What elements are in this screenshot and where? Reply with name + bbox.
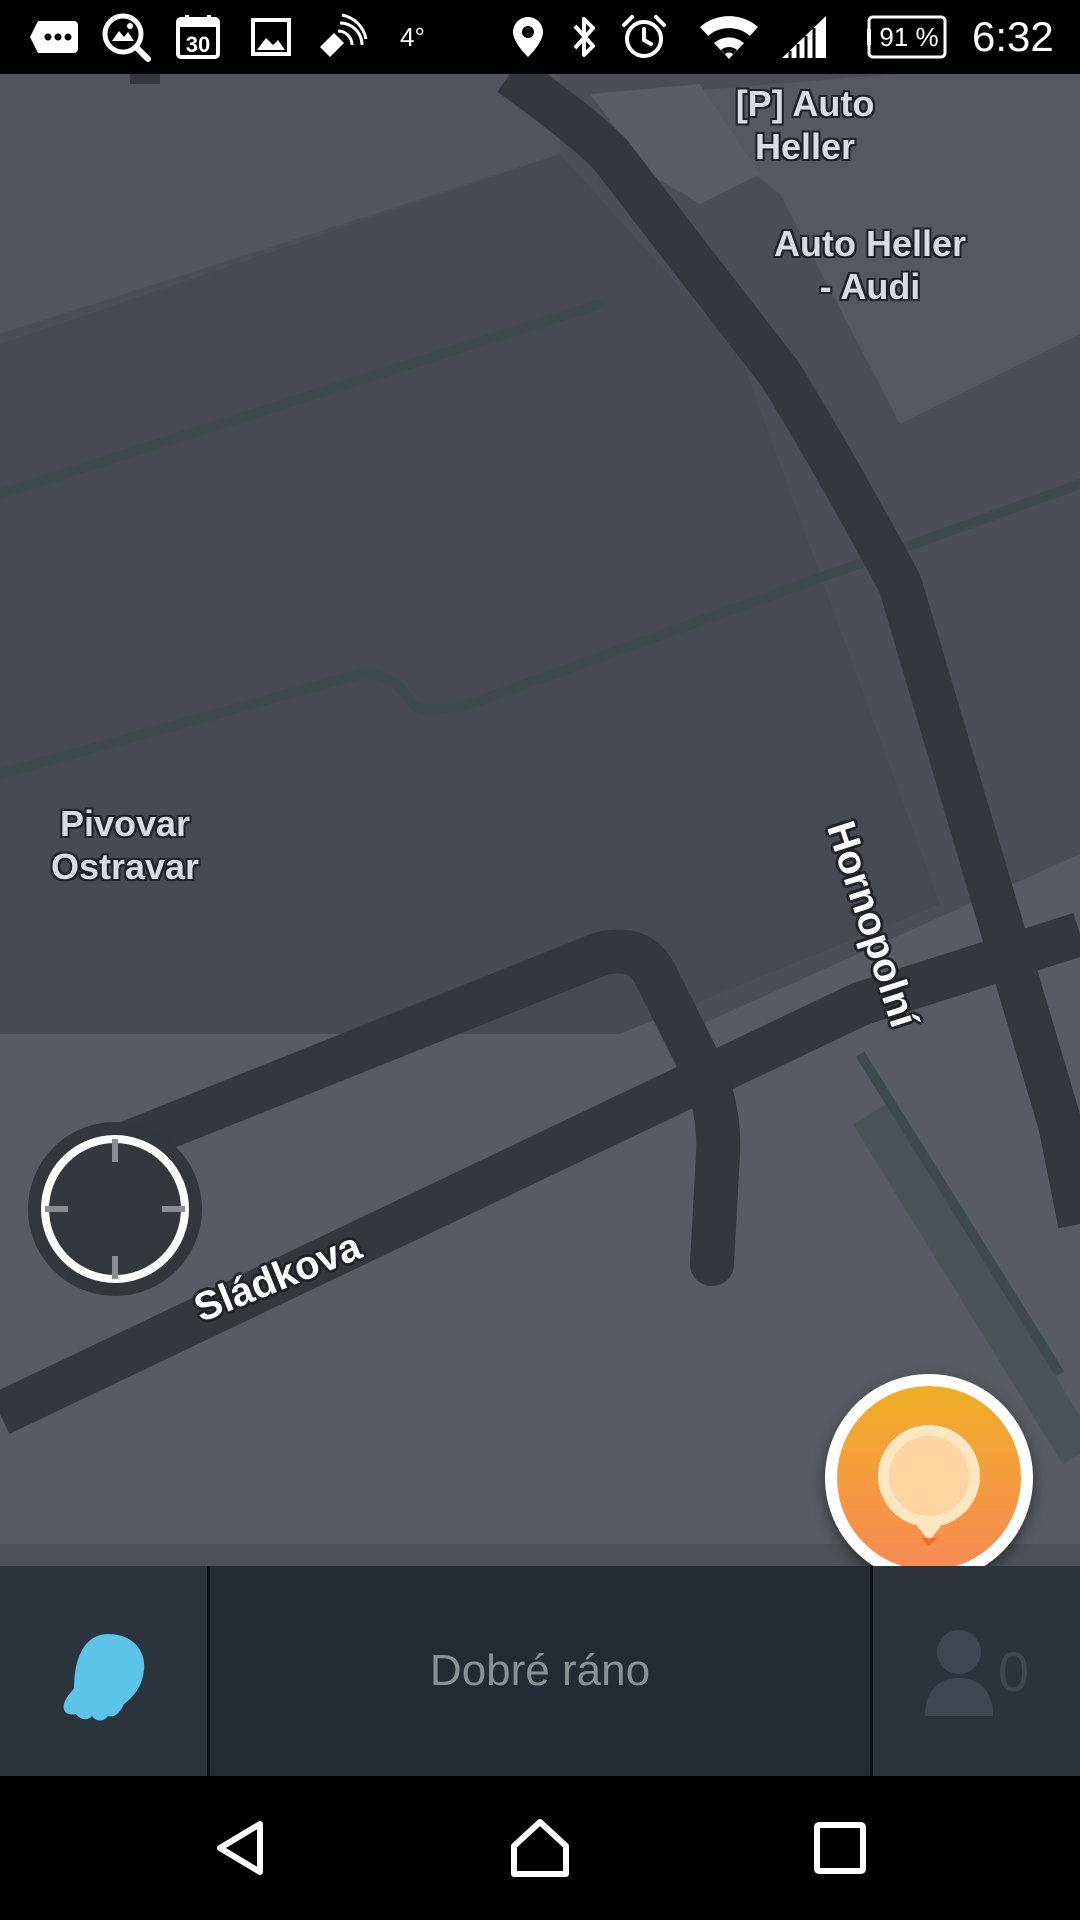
bluetooth-icon bbox=[564, 0, 604, 74]
map-view[interactable]: [P] Auto Heller Auto Heller - Audi Pivov… bbox=[0, 74, 1080, 1566]
back-button[interactable] bbox=[150, 1776, 330, 1920]
cell-signal-icon bbox=[776, 0, 832, 74]
recents-icon bbox=[814, 1822, 866, 1874]
main-menu-button[interactable] bbox=[0, 1566, 207, 1776]
place-label-parking[interactable]: [P] Auto Heller bbox=[710, 82, 900, 168]
place-label-pivovar-ostravar[interactable]: Pivovar Ostravar bbox=[20, 802, 230, 888]
notification-more-icon bbox=[26, 0, 82, 74]
report-pin-icon bbox=[878, 1425, 980, 1546]
system-nav-bar bbox=[0, 1776, 1080, 1920]
battery-icon: 91 % bbox=[866, 0, 952, 74]
place-label-auto-heller-audi[interactable]: Auto Heller - Audi bbox=[740, 222, 1000, 308]
recenter-button[interactable] bbox=[28, 1122, 202, 1296]
location-pin-icon bbox=[508, 0, 548, 74]
temperature-text: 4° bbox=[400, 21, 425, 52]
crosshair-icon bbox=[41, 1135, 189, 1283]
image-search-icon bbox=[98, 0, 154, 74]
report-button-face bbox=[837, 1386, 1021, 1566]
bottom-bar: Dobré ráno 0 bbox=[0, 1566, 1080, 1776]
greeting-text[interactable]: Dobré ráno bbox=[210, 1566, 870, 1776]
wifi-icon bbox=[696, 0, 762, 74]
battery-percent: 91 % bbox=[879, 22, 938, 52]
waze-ghost-icon bbox=[63, 1634, 145, 1721]
person-icon bbox=[925, 1630, 993, 1716]
gallery-icon bbox=[246, 0, 296, 74]
back-icon bbox=[217, 1821, 263, 1875]
alarm-icon bbox=[618, 0, 670, 74]
recents-button[interactable] bbox=[750, 1776, 930, 1920]
satellite-icon bbox=[314, 0, 370, 74]
friends-button[interactable]: 0 bbox=[873, 1566, 1080, 1776]
friends-count: 0 bbox=[998, 1639, 1030, 1703]
report-button[interactable] bbox=[825, 1374, 1033, 1566]
clock-time: 6:32 bbox=[972, 13, 1054, 60]
home-button[interactable] bbox=[450, 1776, 630, 1920]
calendar-day: 30 bbox=[186, 32, 210, 57]
waze-screen: 30 4° 91 % 6:32 [P] Auto Heller Auto Hel… bbox=[0, 0, 1080, 1920]
status-bar: 30 4° 91 % 6:32 bbox=[0, 0, 1080, 74]
home-icon bbox=[511, 1819, 569, 1877]
calendar-icon: 30 bbox=[172, 0, 224, 74]
